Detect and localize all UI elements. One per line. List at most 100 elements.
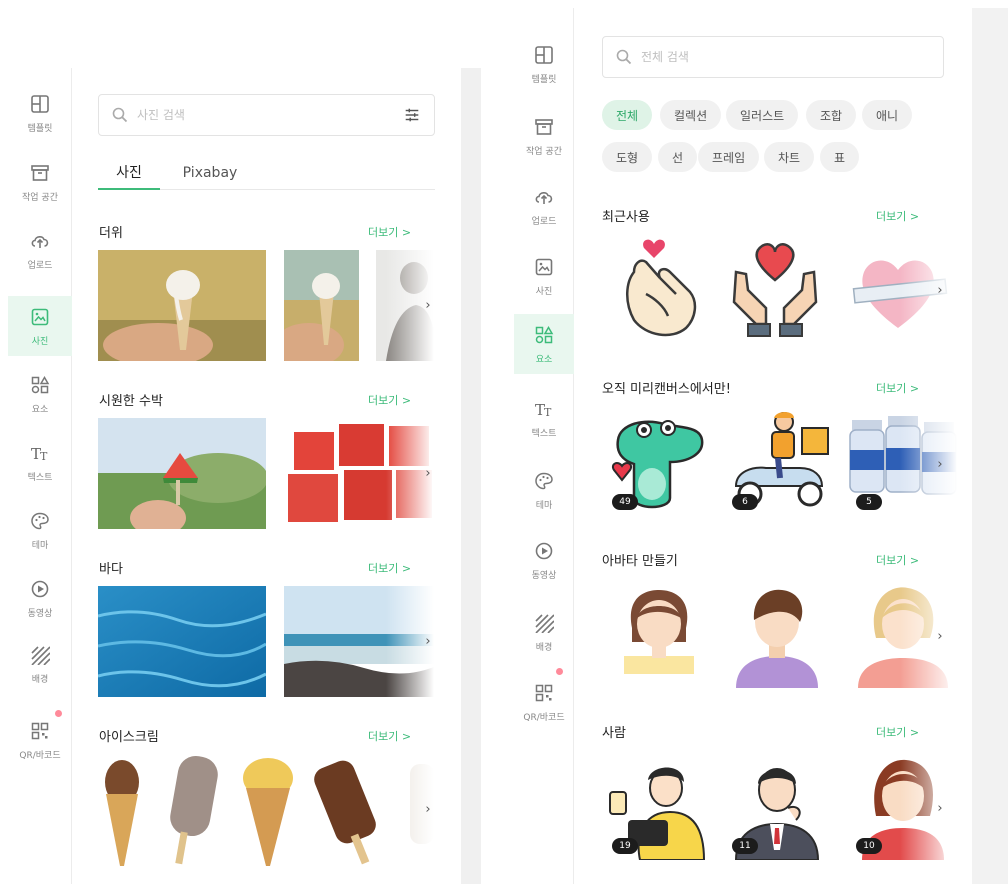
- item-count-badge: 5: [856, 494, 882, 510]
- see-more-link[interactable]: 더보기 >: [368, 224, 411, 240]
- rail-label: 배경: [535, 642, 553, 653]
- photo-thumbnail[interactable]: [100, 754, 144, 866]
- chip-shape[interactable]: 도형: [602, 142, 653, 172]
- rail-label: 테마: [535, 500, 553, 511]
- rail-item-video[interactable]: 동영상: [514, 530, 574, 590]
- section-title: 아바타 만들기: [602, 554, 678, 569]
- rail-item-text[interactable]: TT 텍스트: [8, 432, 72, 492]
- rail-item-template[interactable]: 템플릿: [514, 34, 574, 94]
- see-more-link[interactable]: 더보기 >: [876, 208, 919, 224]
- photo-thumbnail[interactable]: [284, 586, 436, 697]
- rail-item-elements[interactable]: 요소: [514, 314, 574, 374]
- panel-scroll-gutter[interactable]: [461, 68, 481, 884]
- video-play-icon: [533, 540, 555, 562]
- rail-item-upload[interactable]: 업로드: [8, 220, 72, 280]
- rail-item-elements[interactable]: 요소: [8, 364, 72, 424]
- girl-avatar-illustration: [624, 590, 694, 674]
- element-thumbnail[interactable]: [720, 232, 830, 342]
- right-sidebar-rail: 템플릿 작업 공간 업로드 사진 요소 TT 텍스트 테마 동영상 배경 QR/…: [514, 8, 574, 884]
- item-count-badge: 19: [612, 838, 638, 854]
- chip-all[interactable]: 전체: [602, 100, 653, 130]
- section-title: 시원한 수박: [99, 394, 163, 409]
- rail-label: QR/바코드: [19, 750, 61, 761]
- element-search-input[interactable]: [641, 50, 943, 64]
- rail-item-photo[interactable]: 사진: [514, 246, 574, 306]
- chip-illustration[interactable]: 일러스트: [726, 100, 799, 130]
- chip-animation[interactable]: 애니: [862, 100, 913, 130]
- see-more-link[interactable]: 더보기 >: [368, 728, 411, 744]
- chip-chart[interactable]: 차트: [764, 142, 815, 172]
- carousel-next-arrow[interactable]: ›: [930, 798, 950, 818]
- left-sidebar-rail: 템플릿 작업 공간 업로드 사진 요소 TT 텍스트 테마 동영상 배경 QR/…: [8, 68, 72, 884]
- workspace-box-icon: [29, 162, 51, 184]
- rail-label: 템플릿: [27, 123, 53, 134]
- section-title: 오직 미리캔버스에서만!: [602, 382, 731, 397]
- rail-item-theme[interactable]: 테마: [514, 460, 574, 520]
- photo-thumbnail[interactable]: [160, 754, 222, 866]
- item-count-badge: 6: [732, 494, 758, 510]
- rail-item-upload[interactable]: 업로드: [514, 176, 574, 236]
- rail-item-qr-code[interactable]: QR/바코드: [514, 672, 574, 732]
- photo-thumbnail[interactable]: [238, 754, 298, 866]
- carousel-next-arrow[interactable]: ›: [930, 454, 950, 474]
- text-icon: TT: [29, 442, 51, 464]
- item-count-badge: 49: [612, 494, 638, 510]
- see-more-link[interactable]: 더보기 >: [368, 392, 411, 408]
- rail-item-template[interactable]: 템플릿: [8, 83, 72, 143]
- photo-search-input[interactable]: [137, 108, 402, 122]
- carousel-next-arrow[interactable]: ›: [418, 295, 438, 315]
- filter-sliders-icon[interactable]: [402, 105, 422, 125]
- photo-thumbnail[interactable]: [312, 754, 388, 866]
- panel-scroll-gutter[interactable]: [972, 8, 1008, 884]
- rail-item-workspace[interactable]: 작업 공간: [8, 152, 72, 212]
- photo-thumbnail[interactable]: [284, 250, 359, 361]
- chip-combination[interactable]: 조합: [806, 100, 857, 130]
- chip-table[interactable]: 표: [820, 142, 860, 172]
- svg-text:T: T: [40, 450, 48, 463]
- palette-icon: [29, 510, 51, 532]
- finger-heart-illustration: [626, 239, 697, 337]
- rail-item-theme[interactable]: 테마: [8, 500, 72, 560]
- element-thumbnail[interactable]: [604, 578, 714, 688]
- photo-panel: 템플릿 작업 공간 업로드 사진 요소 TT 텍스트 테마 동영상 배경 QR/…: [8, 68, 481, 884]
- rail-item-background[interactable]: 배경: [514, 602, 574, 662]
- carousel-next-arrow[interactable]: ›: [930, 280, 950, 300]
- photo-source-tabs: 사진 Pixabay: [98, 156, 435, 190]
- photo-search-box[interactable]: [98, 94, 435, 136]
- rail-item-background[interactable]: 배경: [8, 634, 72, 694]
- see-more-link[interactable]: 더보기 >: [876, 724, 919, 740]
- rail-label: 업로드: [531, 216, 557, 227]
- see-more-link[interactable]: 더보기 >: [876, 380, 919, 396]
- rail-label: 동영상: [27, 608, 53, 619]
- carousel-next-arrow[interactable]: ›: [418, 631, 438, 651]
- see-more-link[interactable]: 더보기 >: [368, 560, 411, 576]
- photo-thumbnail[interactable]: [98, 586, 266, 697]
- chip-line[interactable]: 선: [658, 142, 698, 172]
- template-icon: [533, 44, 555, 66]
- carousel-next-arrow[interactable]: ›: [418, 463, 438, 483]
- tab-pixabay[interactable]: Pixabay: [170, 156, 250, 190]
- chip-frame[interactable]: 프레임: [698, 142, 760, 172]
- rail-item-qr-code[interactable]: QR/바코드: [8, 710, 72, 770]
- element-search-box[interactable]: [602, 36, 944, 78]
- carousel-next-arrow[interactable]: ›: [418, 799, 438, 819]
- video-play-icon: [29, 578, 51, 600]
- element-thumbnail[interactable]: [722, 578, 832, 688]
- rail-item-text[interactable]: TT 텍스트: [514, 388, 574, 448]
- chip-collection[interactable]: 컬렉션: [660, 100, 722, 130]
- rail-item-workspace[interactable]: 작업 공간: [514, 106, 574, 166]
- carousel-next-arrow[interactable]: ›: [930, 626, 950, 646]
- rail-label: 작업 공간: [526, 146, 562, 157]
- photo-thumbnail[interactable]: [98, 250, 266, 361]
- rail-item-photo[interactable]: 사진: [8, 296, 72, 356]
- see-more-link[interactable]: 더보기 >: [876, 552, 919, 568]
- tab-photo[interactable]: 사진: [98, 156, 160, 190]
- boy-avatar-illustration: [736, 589, 818, 688]
- rail-label: 텍스트: [531, 428, 557, 439]
- photo-thumbnail[interactable]: [98, 418, 266, 529]
- element-thumbnail[interactable]: [606, 232, 716, 342]
- rail-item-video[interactable]: 동영상: [8, 568, 72, 628]
- photo-thumbnail[interactable]: [284, 418, 436, 529]
- search-icon: [616, 49, 632, 65]
- rail-label: QR/바코드: [523, 712, 565, 723]
